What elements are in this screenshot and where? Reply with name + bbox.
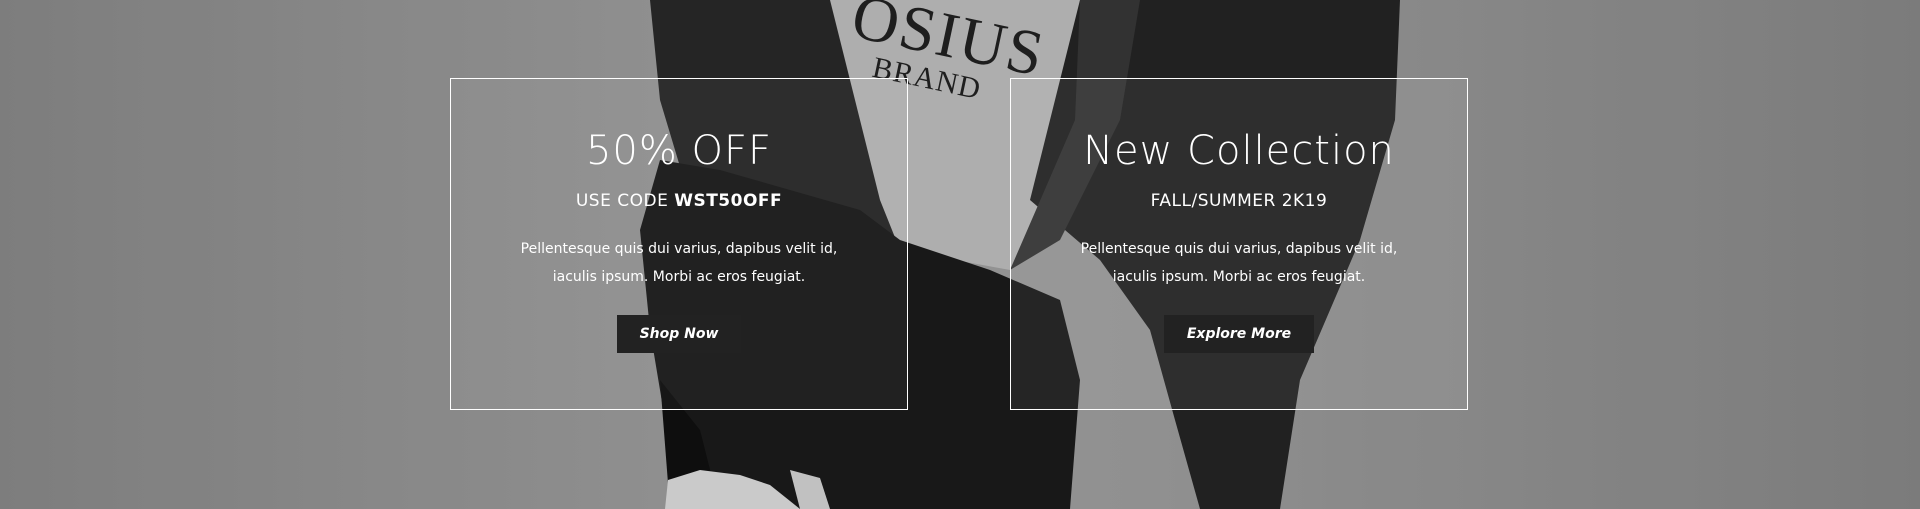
shop-now-button[interactable]: Shop Now [616,315,742,353]
promo-card-subtitle: FALL/SUMMER 2K19 [1150,191,1328,211]
promo-card-title: New Collection [1083,128,1395,174]
promo-card-description-line: iaculis ipsum. Morbi ac eros feugiat. [1112,269,1366,285]
promo-card-collection: New Collection FALL/SUMMER 2K19 Pellente… [1010,78,1468,410]
promo-card-description: Pellentesque quis dui varius, dapibus ve… [509,235,849,291]
promo-card-sale: 50% OFF USE CODE WST50OFF Pellentesque q… [450,78,908,410]
promo-code-label: USE CODE [575,191,675,211]
promo-banner-section: OSIUS BRAND 50% OFF USE CODE WST50OFF Pe… [0,0,1920,509]
promo-card-description-line: Pellentesque quis dui varius, dapibus ve… [520,241,838,257]
promo-card-title: 50% OFF [585,128,773,174]
promo-code: WST50OFF [674,191,783,211]
promo-card-description-line: Pellentesque quis dui varius, dapibus ve… [1080,241,1398,257]
explore-more-button[interactable]: Explore More [1163,315,1315,353]
promo-card-description: Pellentesque quis dui varius, dapibus ve… [1069,235,1409,291]
promo-card-subtitle: USE CODE WST50OFF [451,191,907,211]
promo-card-description-line: iaculis ipsum. Morbi ac eros feugiat. [552,269,806,285]
